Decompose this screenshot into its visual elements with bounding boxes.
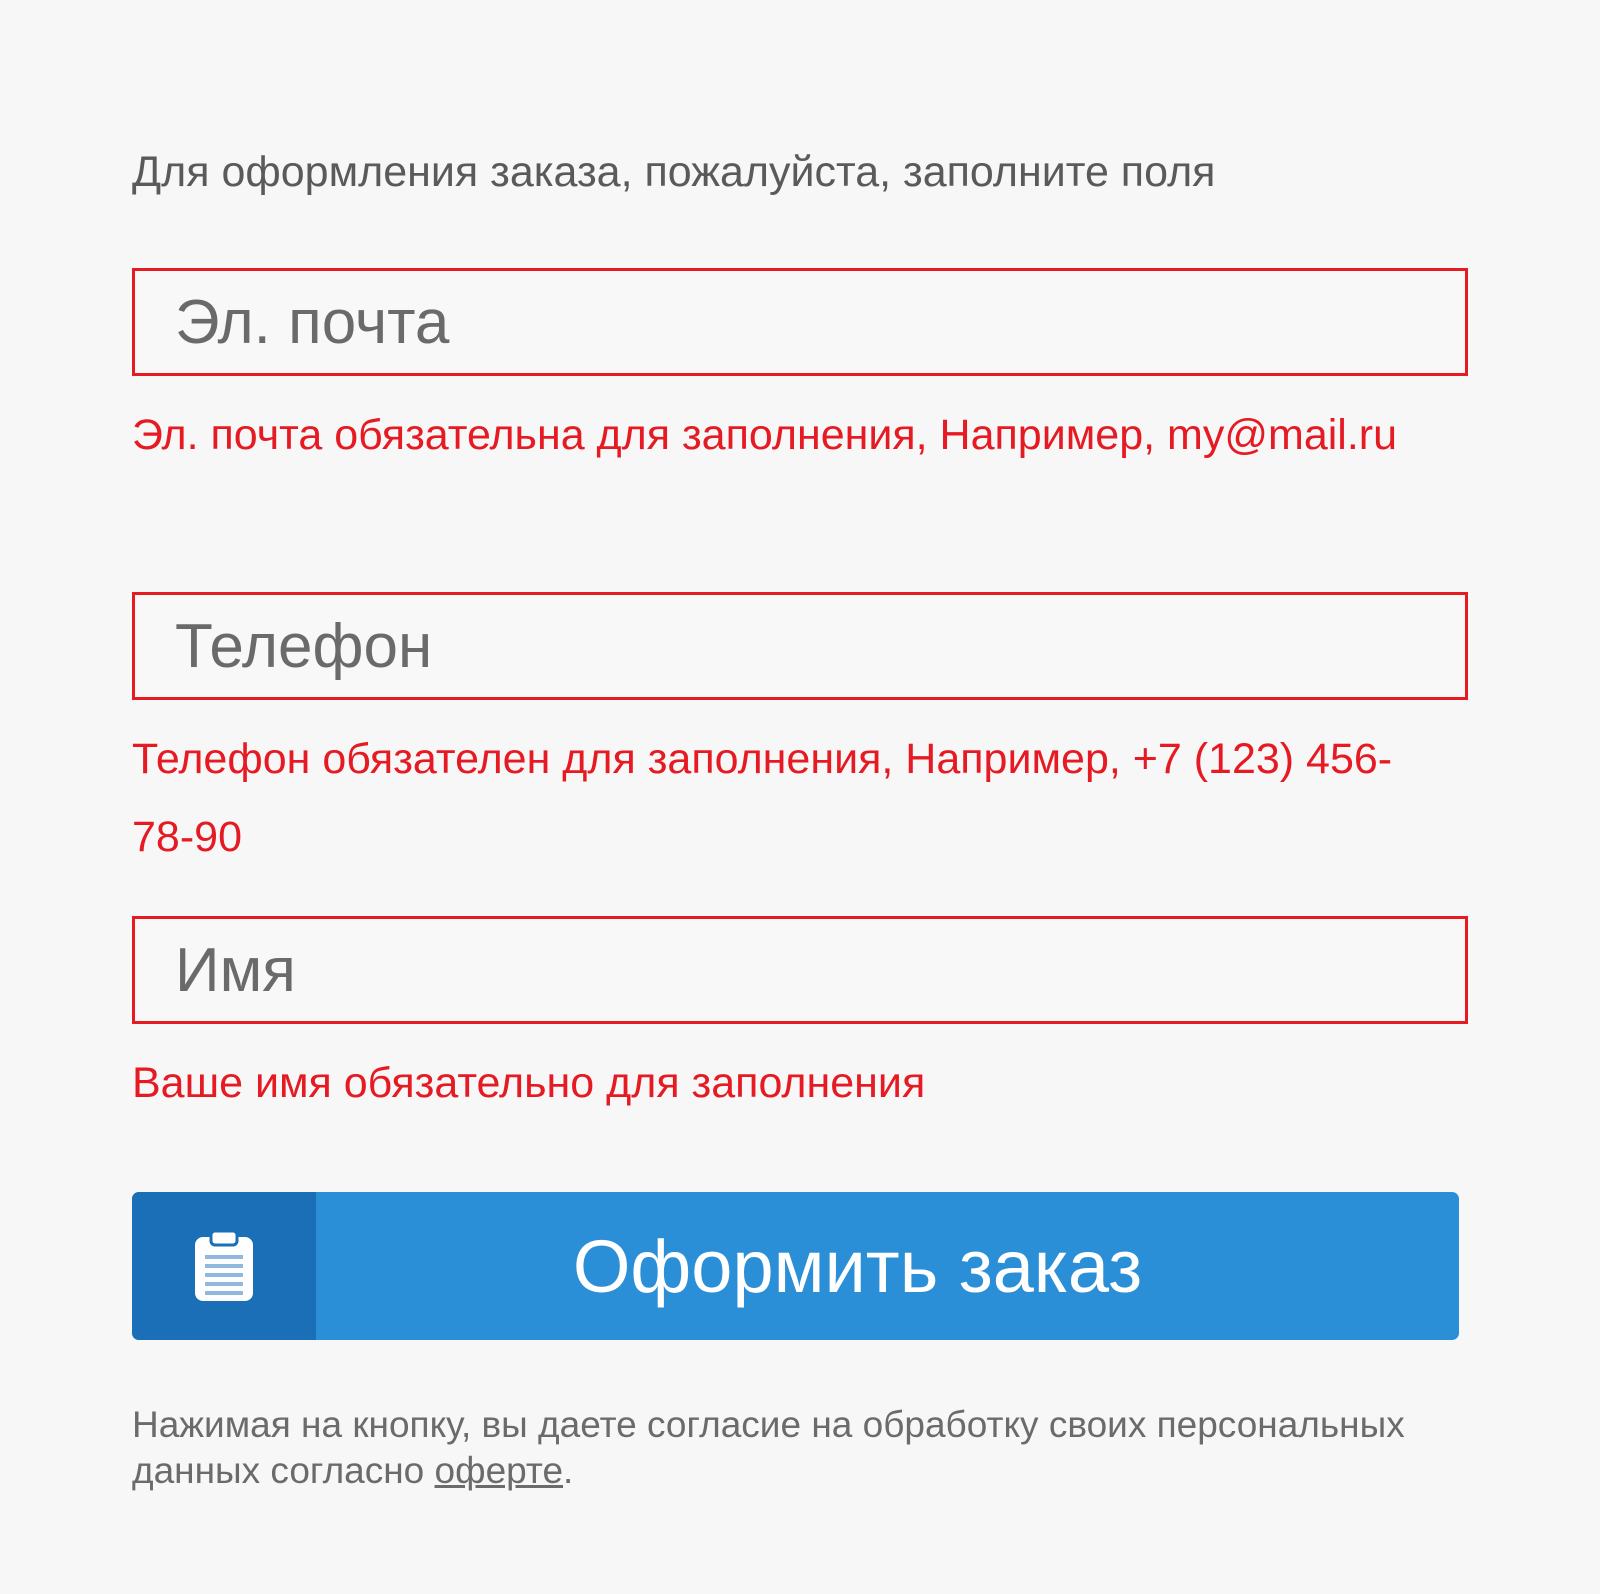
phone-field[interactable] bbox=[132, 592, 1468, 700]
phone-error: Телефон обязателен для заполнения, Напри… bbox=[132, 735, 1393, 861]
email-input[interactable] bbox=[135, 271, 1465, 373]
submit-icon-box bbox=[132, 1192, 316, 1340]
clipboard-icon bbox=[195, 1229, 253, 1301]
submit-order-label: Оформить заказ bbox=[572, 1224, 1143, 1308]
offer-link[interactable]: оферте bbox=[435, 1450, 563, 1491]
consent-text-after: . bbox=[563, 1450, 574, 1491]
name-field[interactable] bbox=[132, 916, 1468, 1024]
email-error: Эл. почта обязательна для заполнения, На… bbox=[132, 411, 1398, 459]
email-field[interactable] bbox=[132, 268, 1468, 376]
consent-text: Нажимая на кнопку, вы даете согласие на … bbox=[132, 1402, 1432, 1494]
consent-text-before: Нажимая на кнопку, вы даете согласие на … bbox=[132, 1404, 1405, 1491]
name-input[interactable] bbox=[135, 919, 1465, 1021]
form-intro-text: Для оформления заказа, пожалуйста, запол… bbox=[132, 148, 1216, 196]
submit-order-button[interactable]: Оформить заказ bbox=[132, 1192, 1459, 1340]
phone-input[interactable] bbox=[135, 595, 1465, 697]
name-error: Ваше имя обязательно для заполнения bbox=[132, 1059, 926, 1107]
